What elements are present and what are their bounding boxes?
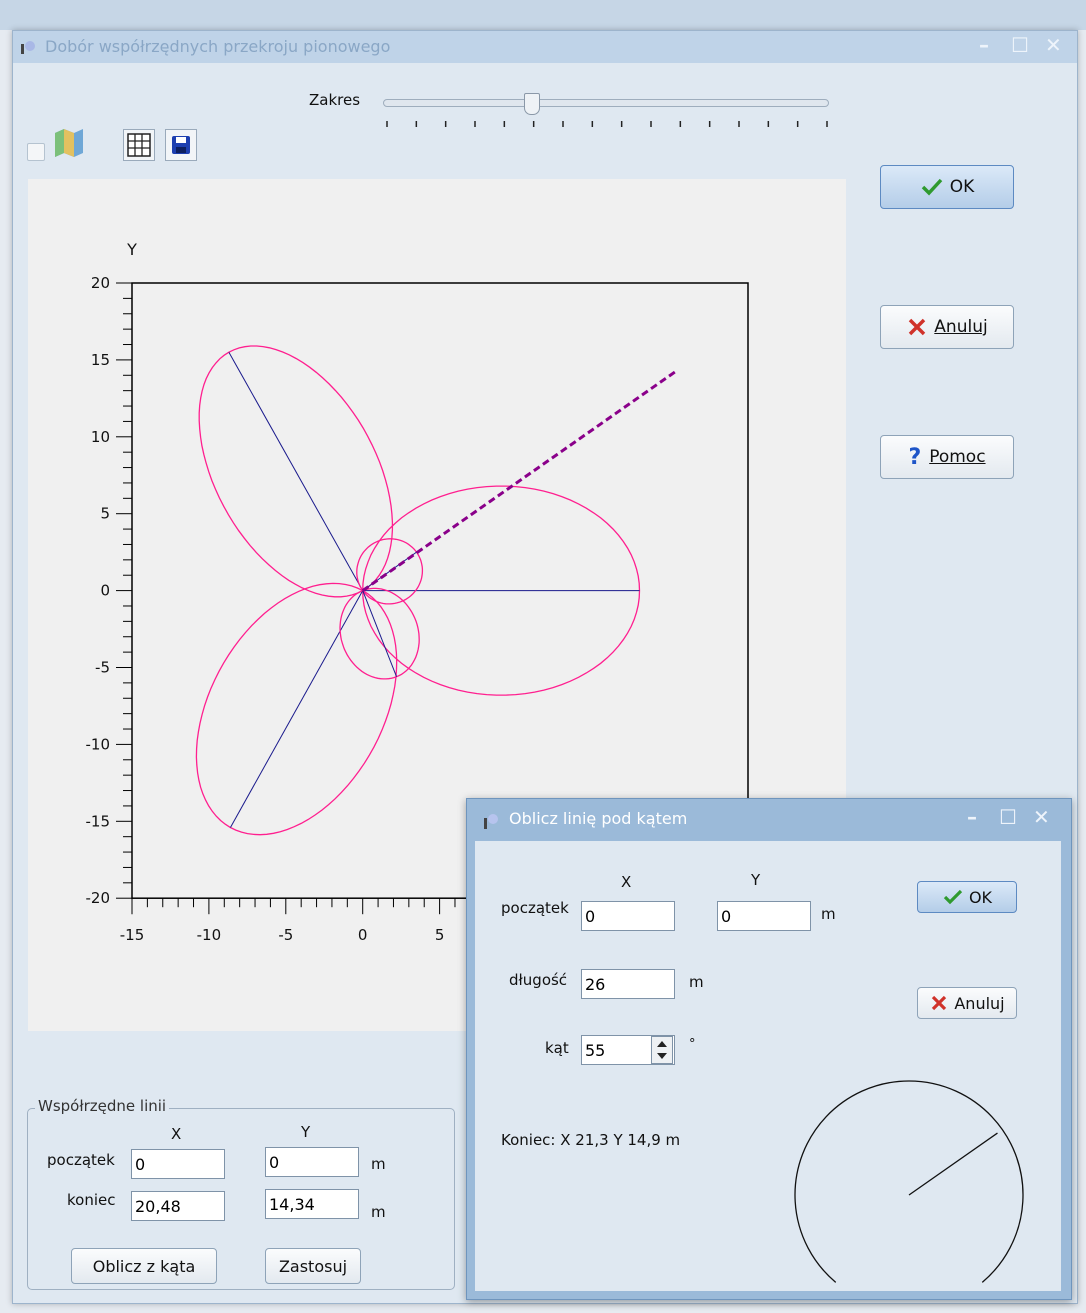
coords-col-x: X [171, 1125, 182, 1143]
y-tick-label: 20 [91, 274, 110, 292]
check-icon [921, 178, 943, 196]
ok-button[interactable]: OK [880, 165, 1014, 209]
save-button[interactable] [165, 129, 197, 161]
y-tick-label: -5 [95, 659, 110, 677]
dialog-close-button[interactable]: ✕ [1033, 805, 1050, 829]
cross-icon [909, 318, 926, 336]
dialog-col-x: X [621, 873, 632, 891]
dialog-client-area: X Y początek m długość m kąt ° Koniec: X… [475, 841, 1061, 1291]
ok-label: OK [949, 177, 975, 197]
x-tick-label: -10 [197, 926, 222, 944]
app-icon [21, 41, 35, 54]
dialog-start-unit: m [821, 905, 836, 923]
coords-start-y-field[interactable] [265, 1147, 359, 1177]
x-tick-label: 5 [435, 926, 445, 944]
dialog-maximize-button[interactable]: ☐ [999, 805, 1017, 829]
range-slider-thumb[interactable] [524, 93, 541, 115]
y-tick-label: -20 [86, 889, 111, 907]
cancel-button[interactable]: Anuluj [880, 305, 1014, 349]
minimize-button[interactable]: – [979, 33, 989, 57]
map-checkbox[interactable] [27, 143, 45, 161]
desktop-background [0, 0, 1086, 30]
range-label: Zakres [309, 91, 361, 109]
dialog-app-icon [484, 814, 498, 829]
range-slider-track[interactable] [383, 99, 829, 107]
dialog-col-y: Y [751, 871, 761, 889]
help-button[interactable]: ? Pomoc [880, 435, 1014, 479]
coords-end-unit: m [371, 1203, 386, 1221]
range-slider-ticks [386, 121, 828, 127]
dialog-angle-label: kąt [545, 1039, 569, 1057]
dialog-length-unit: m [689, 973, 704, 991]
y-tick-label: 0 [100, 582, 110, 600]
coords-start-label: początek [47, 1151, 115, 1169]
coords-end-x-field[interactable] [131, 1191, 225, 1221]
coords-col-y: Y [301, 1123, 311, 1141]
angle-spinner[interactable] [651, 1036, 673, 1064]
close-button[interactable]: ✕ [1045, 33, 1062, 57]
save-icon [172, 136, 190, 154]
maximize-button[interactable]: ☐ [1011, 33, 1029, 57]
dialog-cancel-label: Anuluj [954, 993, 1005, 1013]
calc-from-angle-button[interactable]: Oblicz z kąta [71, 1248, 217, 1284]
x-tick-label: 0 [358, 926, 368, 944]
dialog-length-field[interactable] [581, 969, 675, 999]
main-title-bar[interactable]: Dobór współrzędnych przekroju pionowego … [13, 31, 1077, 63]
y-axis-label: Y [126, 240, 137, 259]
dialog-angle-unit: ° [689, 1037, 696, 1052]
coords-start-x-field[interactable] [131, 1149, 225, 1179]
dialog-ok-label: OK [968, 887, 993, 907]
coords-start-unit: m [371, 1155, 386, 1173]
help-icon: ? [908, 444, 922, 470]
dialog-cross-icon [932, 995, 947, 1011]
angle-dialog: Oblicz linię pod kątem – ☐ ✕ X Y począte… [466, 798, 1072, 1300]
dialog-result-text: Koniec: X 21,3 Y 14,9 m [501, 1131, 681, 1149]
x-tick-label: -5 [278, 926, 293, 944]
map-icon[interactable] [51, 125, 87, 161]
dialog-start-x-field[interactable] [581, 901, 675, 931]
dialog-length-label: długość [509, 971, 568, 989]
coords-end-y-field[interactable] [265, 1189, 359, 1219]
angle-dial [794, 1080, 1024, 1283]
y-tick-label: -10 [86, 735, 111, 753]
grid-button[interactable] [123, 129, 155, 161]
grid-icon [127, 133, 151, 157]
y-tick-label: 5 [100, 505, 110, 523]
dialog-title: Oblicz linię pod kątem [509, 809, 688, 828]
dial-circle [794, 1080, 1024, 1283]
dialog-start-label: początek [501, 899, 569, 917]
cancel-label: Anuluj [934, 317, 988, 337]
x-tick-label: -15 [120, 926, 145, 944]
coordinates-group-title: Współrzędne linii [35, 1097, 170, 1115]
y-tick-label: 10 [91, 428, 110, 446]
dialog-check-icon [943, 889, 963, 905]
y-tick-label: -15 [86, 812, 111, 830]
apply-button[interactable]: Zastosuj [265, 1248, 361, 1284]
help-label: Pomoc [929, 447, 986, 467]
dialog-ok-button[interactable]: OK [917, 881, 1017, 913]
dialog-start-y-field[interactable] [717, 901, 811, 931]
coords-end-label: koniec [67, 1191, 116, 1209]
dial-angle-hand [908, 1132, 998, 1196]
dialog-cancel-button[interactable]: Anuluj [917, 987, 1017, 1019]
y-tick-label: 15 [91, 351, 110, 369]
main-window-title: Dobór współrzędnych przekroju pionowego [45, 37, 391, 56]
dialog-minimize-button[interactable]: – [967, 805, 977, 829]
